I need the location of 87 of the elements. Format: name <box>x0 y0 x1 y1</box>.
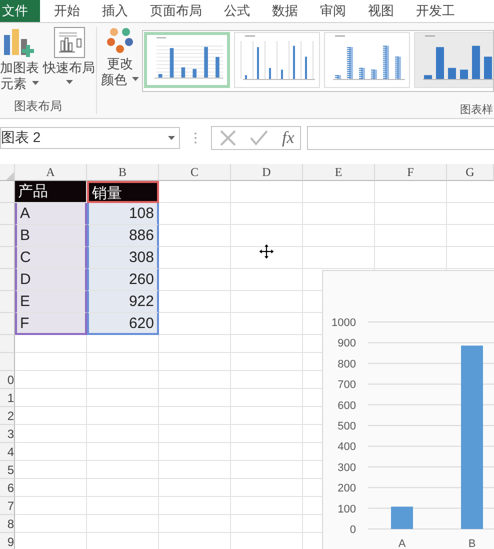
axis-label: 400 <box>338 441 356 454</box>
row-number[interactable]: 1 <box>0 389 15 407</box>
ribbon-button[interactable]: 加图表 元素 <box>0 27 39 98</box>
row-number[interactable]: 3 <box>0 425 15 443</box>
check-icon[interactable] <box>250 130 268 146</box>
row-header[interactable] <box>0 313 15 335</box>
table-cell: 886 <box>87 225 159 247</box>
ribbon-tab[interactable]: 数据 <box>272 0 298 22</box>
table-cell: 308 <box>87 247 159 269</box>
axis-label: 900 <box>338 338 356 350</box>
table-cell: 260 <box>87 269 159 291</box>
column-header[interactable]: E <box>303 164 375 181</box>
chart-style-thumbnail[interactable] <box>324 32 410 88</box>
ribbon-button[interactable]: 更改 颜色 <box>101 27 139 102</box>
column-header[interactable]: C <box>159 164 231 181</box>
ribbon-tab[interactable]: 页面布局 <box>150 0 202 22</box>
axis-label: 600 <box>338 400 356 412</box>
caret-icon <box>168 136 175 140</box>
chart-layout-icon <box>54 27 84 58</box>
row-header[interactable] <box>0 247 15 269</box>
bar <box>391 506 413 529</box>
table-cell: 108 <box>87 203 159 225</box>
chart-plus-icon <box>4 27 35 58</box>
table-cell: A <box>15 203 87 225</box>
ribbon-tab[interactable]: 公式 <box>224 0 250 22</box>
axis-label: 500 <box>338 420 356 432</box>
row-header[interactable] <box>0 291 15 313</box>
name-box-text: 图表 2 <box>1 128 41 146</box>
formula-input[interactable] <box>307 126 494 150</box>
row-number[interactable]: 7 <box>0 497 15 515</box>
group-label: 图表布局 <box>13 98 63 114</box>
table-cell: 产品 <box>15 181 87 203</box>
table-cell: F <box>15 313 87 335</box>
row-number[interactable]: 0 <box>0 371 15 389</box>
group-label: 图表样 <box>459 103 494 118</box>
move-cursor-icon <box>259 244 274 259</box>
column-header[interactable]: A <box>15 164 87 181</box>
table-cell: C <box>15 247 87 269</box>
axis-label: A <box>398 538 406 549</box>
ribbon-tab[interactable]: 视图 <box>368 0 394 22</box>
table-cell: 620 <box>87 313 159 335</box>
axis-label: 0 <box>350 524 356 536</box>
axis-label: B <box>468 538 476 549</box>
axis-label: 300 <box>338 462 356 474</box>
row-header[interactable] <box>0 269 15 291</box>
chart-style-thumbnail[interactable] <box>144 32 230 88</box>
grip-dots-icon[interactable] <box>194 132 197 144</box>
column-header[interactable]: D <box>231 164 303 181</box>
ribbon-tab[interactable]: 文件 <box>0 0 40 22</box>
row-header[interactable] <box>0 203 15 225</box>
row-header[interactable] <box>0 225 15 247</box>
table-cell: D <box>15 269 87 291</box>
row-number[interactable]: 6 <box>0 479 15 497</box>
row-number[interactable]: 4 <box>0 443 15 461</box>
row-header[interactable] <box>0 335 15 353</box>
axis-label: 100 <box>338 503 356 516</box>
column-header[interactable]: F <box>375 164 447 181</box>
ribbon-tab[interactable]: 开发工 <box>416 0 455 22</box>
name-box[interactable]: 图表 2 <box>0 126 180 148</box>
table-cell: B <box>15 225 87 247</box>
chart-style-thumbnail[interactable] <box>414 32 493 88</box>
axis-label: 700 <box>338 379 356 392</box>
caret-icon <box>32 81 38 85</box>
table-cell: 922 <box>87 291 159 313</box>
ribbon-tab[interactable]: 审阅 <box>320 0 346 22</box>
row-header[interactable] <box>0 353 15 371</box>
ribbon-button[interactable]: 快速布局 <box>43 27 95 98</box>
ribbon-tab[interactable]: 插入 <box>102 0 128 22</box>
table-cell: E <box>15 291 87 313</box>
row-number[interactable]: 5 <box>0 461 15 479</box>
row-number[interactable]: 9 <box>0 533 15 549</box>
axis-label: 200 <box>338 482 356 495</box>
axis-label: 800 <box>338 358 356 370</box>
color-dots-icon <box>106 27 134 54</box>
table-cell: 销量 <box>87 181 159 203</box>
cancel-icon[interactable] <box>220 130 236 146</box>
axis-label: 1000 <box>332 317 356 329</box>
chart-style-thumbnail[interactable] <box>234 32 320 88</box>
insert-function-button[interactable]: fx <box>282 128 294 148</box>
caret-icon <box>132 77 139 81</box>
column-header[interactable]: B <box>87 164 159 181</box>
row-header[interactable] <box>0 181 15 203</box>
column-header[interactable]: G <box>447 164 494 181</box>
ribbon-tab[interactable]: 开始 <box>54 0 80 22</box>
row-number[interactable]: 2 <box>0 407 15 425</box>
caret-icon <box>66 80 72 84</box>
row-number[interactable]: 8 <box>0 515 15 533</box>
